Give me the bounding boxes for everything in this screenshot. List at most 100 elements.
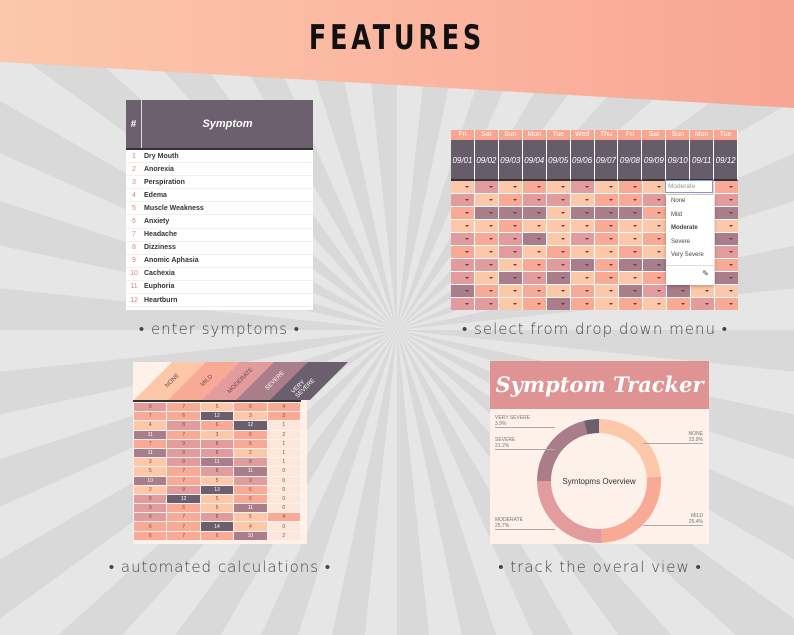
severity-cell[interactable] xyxy=(619,285,642,297)
severity-cell[interactable] xyxy=(619,220,642,232)
severity-cell[interactable] xyxy=(499,220,522,232)
dropdown-option[interactable]: Mild xyxy=(666,209,714,223)
severity-cell[interactable] xyxy=(547,181,570,193)
severity-cell[interactable] xyxy=(451,220,474,232)
severity-cell[interactable] xyxy=(523,259,546,271)
severity-cell[interactable] xyxy=(595,233,618,245)
severity-cell[interactable] xyxy=(523,181,546,193)
severity-cell[interactable] xyxy=(715,259,738,271)
severity-cell[interactable] xyxy=(595,285,618,297)
severity-cell[interactable] xyxy=(715,246,738,258)
severity-cell[interactable] xyxy=(595,220,618,232)
symptom-row[interactable]: 12 Heartburn xyxy=(126,294,313,308)
symptom-row[interactable]: 11 Euphoria xyxy=(126,281,313,295)
severity-cell[interactable] xyxy=(619,233,642,245)
severity-cell[interactable] xyxy=(451,259,474,271)
severity-cell[interactable] xyxy=(667,285,690,297)
severity-cell[interactable] xyxy=(619,181,642,193)
severity-cell[interactable] xyxy=(643,285,666,297)
severity-cell[interactable] xyxy=(499,298,522,310)
symptom-row[interactable]: 1 Dry Mouth xyxy=(126,150,313,164)
severity-cell[interactable] xyxy=(523,285,546,297)
severity-cell[interactable] xyxy=(499,246,522,258)
symptom-row[interactable]: 5 Muscle Weakness xyxy=(126,202,313,216)
severity-cell[interactable] xyxy=(475,220,498,232)
severity-cell[interactable] xyxy=(715,181,738,193)
severity-cell[interactable] xyxy=(619,298,642,310)
symptom-row[interactable]: 2 Anorexia xyxy=(126,163,313,177)
severity-cell[interactable] xyxy=(571,298,594,310)
severity-cell[interactable] xyxy=(595,246,618,258)
severity-cell[interactable] xyxy=(571,259,594,271)
symptom-row[interactable]: 7 Headache xyxy=(126,229,313,242)
dropdown-option[interactable]: Very Severe xyxy=(666,249,714,263)
severity-cell[interactable] xyxy=(715,285,738,297)
severity-cell[interactable] xyxy=(475,207,498,219)
severity-cell[interactable] xyxy=(619,272,642,284)
severity-cell[interactable] xyxy=(547,233,570,245)
severity-cell[interactable] xyxy=(715,220,738,232)
symptom-row[interactable]: 4 Edema xyxy=(126,189,313,203)
severity-cell[interactable] xyxy=(523,272,546,284)
severity-cell[interactable] xyxy=(571,207,594,219)
severity-cell[interactable] xyxy=(475,246,498,258)
severity-cell[interactable] xyxy=(643,207,666,219)
severity-cell[interactable] xyxy=(475,272,498,284)
severity-cell[interactable] xyxy=(547,207,570,219)
severity-cell[interactable] xyxy=(475,194,498,206)
severity-cell[interactable] xyxy=(571,220,594,232)
severity-cell[interactable] xyxy=(499,194,522,206)
severity-cell[interactable] xyxy=(523,233,546,245)
severity-cell[interactable] xyxy=(595,298,618,310)
severity-cell[interactable] xyxy=(643,181,666,193)
severity-cell[interactable] xyxy=(451,246,474,258)
symptom-row[interactable]: 9 Anomic Aphasia xyxy=(126,255,313,268)
severity-cell[interactable] xyxy=(643,298,666,310)
symptom-row[interactable]: 3 Perspiration xyxy=(126,176,313,190)
severity-cell[interactable] xyxy=(451,272,474,284)
severity-cell[interactable] xyxy=(499,285,522,297)
severity-cell[interactable] xyxy=(547,285,570,297)
severity-dropdown-input[interactable]: Moderate xyxy=(665,180,713,193)
severity-cell[interactable] xyxy=(595,181,618,193)
severity-cell[interactable] xyxy=(475,233,498,245)
severity-cell[interactable] xyxy=(691,285,714,297)
severity-cell[interactable] xyxy=(595,259,618,271)
severity-cell[interactable] xyxy=(547,246,570,258)
symptom-row[interactable]: 10 Cachexia xyxy=(126,268,313,281)
severity-cell[interactable] xyxy=(523,220,546,232)
severity-cell[interactable] xyxy=(451,207,474,219)
dropdown-option[interactable]: Moderate xyxy=(666,222,714,236)
severity-cell[interactable] xyxy=(595,207,618,219)
dropdown-option[interactable]: Severe xyxy=(666,236,714,250)
severity-cell[interactable] xyxy=(619,194,642,206)
severity-cell[interactable] xyxy=(643,194,666,206)
severity-cell[interactable] xyxy=(451,181,474,193)
severity-cell[interactable] xyxy=(523,298,546,310)
severity-cell[interactable] xyxy=(691,298,714,310)
severity-cell[interactable] xyxy=(451,194,474,206)
severity-cell[interactable] xyxy=(523,246,546,258)
symptom-row[interactable]: 8 Dizziness xyxy=(126,242,313,255)
severity-cell[interactable] xyxy=(643,246,666,258)
severity-cell[interactable] xyxy=(619,259,642,271)
severity-cell[interactable] xyxy=(571,181,594,193)
severity-cell[interactable] xyxy=(499,207,522,219)
severity-cell[interactable] xyxy=(547,194,570,206)
severity-cell[interactable] xyxy=(547,298,570,310)
severity-cell[interactable] xyxy=(547,272,570,284)
severity-cell[interactable] xyxy=(619,207,642,219)
severity-cell[interactable] xyxy=(571,233,594,245)
severity-cell[interactable] xyxy=(595,272,618,284)
severity-cell[interactable] xyxy=(475,298,498,310)
severity-cell[interactable] xyxy=(451,233,474,245)
severity-cell[interactable] xyxy=(715,207,738,219)
severity-cell[interactable] xyxy=(547,259,570,271)
severity-cell[interactable] xyxy=(547,220,570,232)
severity-cell[interactable] xyxy=(499,233,522,245)
pencil-icon[interactable]: ✎ xyxy=(666,264,714,279)
severity-cell[interactable] xyxy=(451,285,474,297)
severity-cell[interactable] xyxy=(523,207,546,219)
severity-cell[interactable] xyxy=(643,272,666,284)
severity-cell[interactable] xyxy=(571,285,594,297)
